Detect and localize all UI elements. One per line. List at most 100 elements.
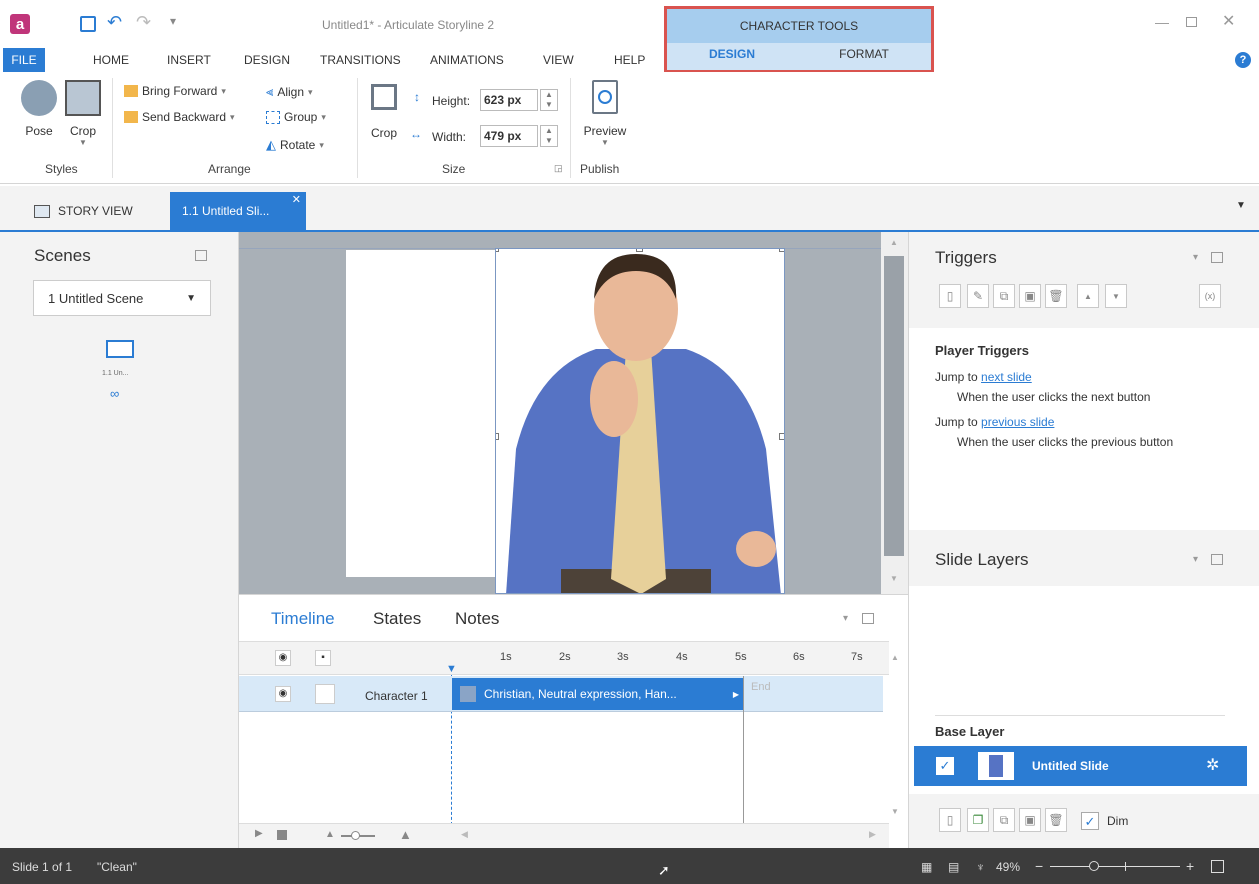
move-up-icon[interactable]: ▲ xyxy=(1077,284,1099,308)
new-layer-icon[interactable]: ▯ xyxy=(939,808,961,832)
maximize-icon[interactable] xyxy=(1186,17,1197,27)
trigger-item[interactable]: Jump to next slide xyxy=(935,370,1032,384)
timeline-scroll-down-icon[interactable]: ▼ xyxy=(891,807,899,816)
tab-slide[interactable]: 1.1 Untitled Sli... ✕ xyxy=(170,192,306,230)
tab-home[interactable]: HOME xyxy=(93,53,129,67)
copy-layer-icon[interactable]: ⧉ xyxy=(993,808,1015,832)
scroll-thumb[interactable] xyxy=(884,256,904,556)
crop-button[interactable]: Crop xyxy=(366,84,402,144)
zoom-in-icon[interactable]: ▲ xyxy=(399,827,412,842)
size-dialog-launcher-icon[interactable]: ◲ xyxy=(554,163,563,174)
redo-icon[interactable]: ↷ xyxy=(136,12,151,33)
tab-list-chevron-icon[interactable]: ▼ xyxy=(1236,200,1246,211)
slide-thumbnail[interactable] xyxy=(106,340,134,358)
zoom-slider-track[interactable] xyxy=(1050,866,1180,867)
delete-trigger-icon[interactable]: 🗑 xyxy=(1045,284,1067,308)
normal-view-icon[interactable]: ▤ xyxy=(948,860,959,874)
trigger-target-link[interactable]: previous slide xyxy=(981,415,1054,429)
resize-handle[interactable] xyxy=(779,433,784,440)
story-view-status-icon[interactable]: ▦ xyxy=(921,860,932,874)
tab-insert[interactable]: INSERT xyxy=(167,53,211,67)
eye-header-icon[interactable]: ◉ xyxy=(275,650,291,666)
resize-handle[interactable] xyxy=(496,433,499,440)
zoom-slider-knob[interactable] xyxy=(1089,861,1099,871)
tab-format[interactable]: FORMAT xyxy=(799,47,929,61)
panel-float-icon[interactable] xyxy=(862,613,874,624)
tab-view[interactable]: VIEW xyxy=(543,53,574,67)
zoom-in-button[interactable]: + xyxy=(1186,858,1194,874)
panel-menu-icon[interactable]: ▾ xyxy=(1193,554,1198,565)
close-icon[interactable]: ✕ xyxy=(1222,11,1235,31)
panel-menu-icon[interactable]: ▾ xyxy=(1193,252,1198,263)
edit-trigger-icon[interactable]: ✎ xyxy=(967,284,989,308)
stage-scrollbar[interactable]: ▲ ▼ xyxy=(881,232,908,594)
panel-float-icon[interactable] xyxy=(195,250,207,261)
paste-trigger-icon[interactable]: ▣ xyxy=(1019,284,1041,308)
stop-icon[interactable] xyxy=(277,830,287,840)
bring-forward-button[interactable]: Bring Forward ▾ xyxy=(124,84,226,98)
scene-dropdown[interactable]: 1 Untitled Scene ▼ xyxy=(33,280,211,316)
crop-style-button[interactable]: Crop ▼ xyxy=(62,80,104,154)
tab-states[interactable]: States xyxy=(373,609,421,629)
play-icon[interactable]: ▶ xyxy=(255,828,263,839)
minimize-icon[interactable]: — xyxy=(1155,14,1169,30)
end-marker-line[interactable] xyxy=(743,676,744,826)
undo-icon[interactable]: ↶ xyxy=(107,12,122,33)
timeline-clip[interactable]: Christian, Neutral expression, Han... ▶ xyxy=(452,678,743,710)
delete-layer-icon[interactable]: 🗑 xyxy=(1045,808,1067,832)
rotate-button[interactable]: ◭ Rotate ▾ xyxy=(266,137,324,153)
panel-float-icon[interactable] xyxy=(1211,554,1223,565)
height-stepper[interactable]: ▲ ▼ xyxy=(540,89,558,111)
copy-trigger-icon[interactable]: ⧉ xyxy=(993,284,1015,308)
quick-access-dropdown-icon[interactable]: ▾ xyxy=(170,14,176,28)
paste-layer-icon[interactable]: ▣ xyxy=(1019,808,1041,832)
row-lock-checkbox[interactable] xyxy=(315,684,335,704)
timeline-zoom-knob[interactable] xyxy=(351,831,360,840)
scroll-up-icon[interactable]: ▲ xyxy=(890,238,898,247)
close-tab-icon[interactable]: ✕ xyxy=(292,193,301,206)
save-icon[interactable] xyxy=(80,16,96,32)
row-eye-icon[interactable]: ◉ xyxy=(275,686,291,702)
tab-animations[interactable]: ANIMATIONS xyxy=(430,53,504,67)
character-image[interactable] xyxy=(495,248,785,594)
playhead-icon[interactable]: ▼ xyxy=(446,663,457,675)
height-field[interactable]: 623 px xyxy=(480,89,538,111)
scroll-down-icon[interactable]: ▼ xyxy=(890,574,898,583)
tab-help[interactable]: HELP xyxy=(614,53,645,67)
panel-float-icon[interactable] xyxy=(1211,252,1223,263)
fit-to-window-icon[interactable] xyxy=(1211,860,1224,873)
scroll-right-icon[interactable]: ▶ xyxy=(869,829,876,840)
panel-menu-icon[interactable]: ▾ xyxy=(843,613,848,624)
group-button[interactable]: Group ▾ xyxy=(266,110,326,124)
slide-sorter-icon[interactable]: ♆ xyxy=(976,860,985,874)
duplicate-layer-icon[interactable]: ❐ xyxy=(967,808,989,832)
gear-icon[interactable]: ✲ xyxy=(1206,755,1219,775)
tab-timeline[interactable]: Timeline xyxy=(271,609,335,629)
scroll-left-icon[interactable]: ◀ xyxy=(461,829,468,840)
variables-icon[interactable]: (x) xyxy=(1199,284,1221,308)
tab-transitions[interactable]: TRANSITIONS xyxy=(320,53,401,67)
tab-design[interactable]: DESIGN xyxy=(244,53,290,67)
lock-header-icon[interactable]: ▪ xyxy=(315,650,331,666)
tab-file[interactable]: FILE xyxy=(3,48,45,72)
width-field[interactable]: 479 px xyxy=(480,125,538,147)
zoom-out-icon[interactable]: ▲ xyxy=(325,829,335,840)
move-down-icon[interactable]: ▼ xyxy=(1105,284,1127,308)
base-layer-row[interactable]: ✓ Untitled Slide ✲ xyxy=(914,746,1247,786)
dim-checkbox[interactable]: ✓ xyxy=(1081,812,1099,830)
preview-button[interactable]: Preview ▼ xyxy=(580,80,630,154)
align-button[interactable]: ⫷ Align ▾ xyxy=(266,84,313,100)
layer-visibility-checkbox[interactable]: ✓ xyxy=(936,757,954,775)
tab-story-view[interactable]: STORY VIEW xyxy=(34,196,133,226)
send-backward-button[interactable]: Send Backward ▾ xyxy=(124,110,235,124)
tab-design[interactable]: DESIGN xyxy=(667,47,797,61)
new-trigger-icon[interactable]: ▯ xyxy=(939,284,961,308)
trigger-target-link[interactable]: next slide xyxy=(981,370,1032,384)
width-stepper[interactable]: ▲ ▼ xyxy=(540,125,558,147)
storyline-a-icon[interactable]: a xyxy=(10,14,30,34)
zoom-out-button[interactable]: − xyxy=(1035,858,1043,874)
tab-notes[interactable]: Notes xyxy=(455,609,499,629)
timeline-scroll-up-icon[interactable]: ▲ xyxy=(891,653,899,662)
pose-button[interactable]: Pose xyxy=(18,80,60,142)
trigger-item[interactable]: Jump to previous slide xyxy=(935,415,1054,429)
